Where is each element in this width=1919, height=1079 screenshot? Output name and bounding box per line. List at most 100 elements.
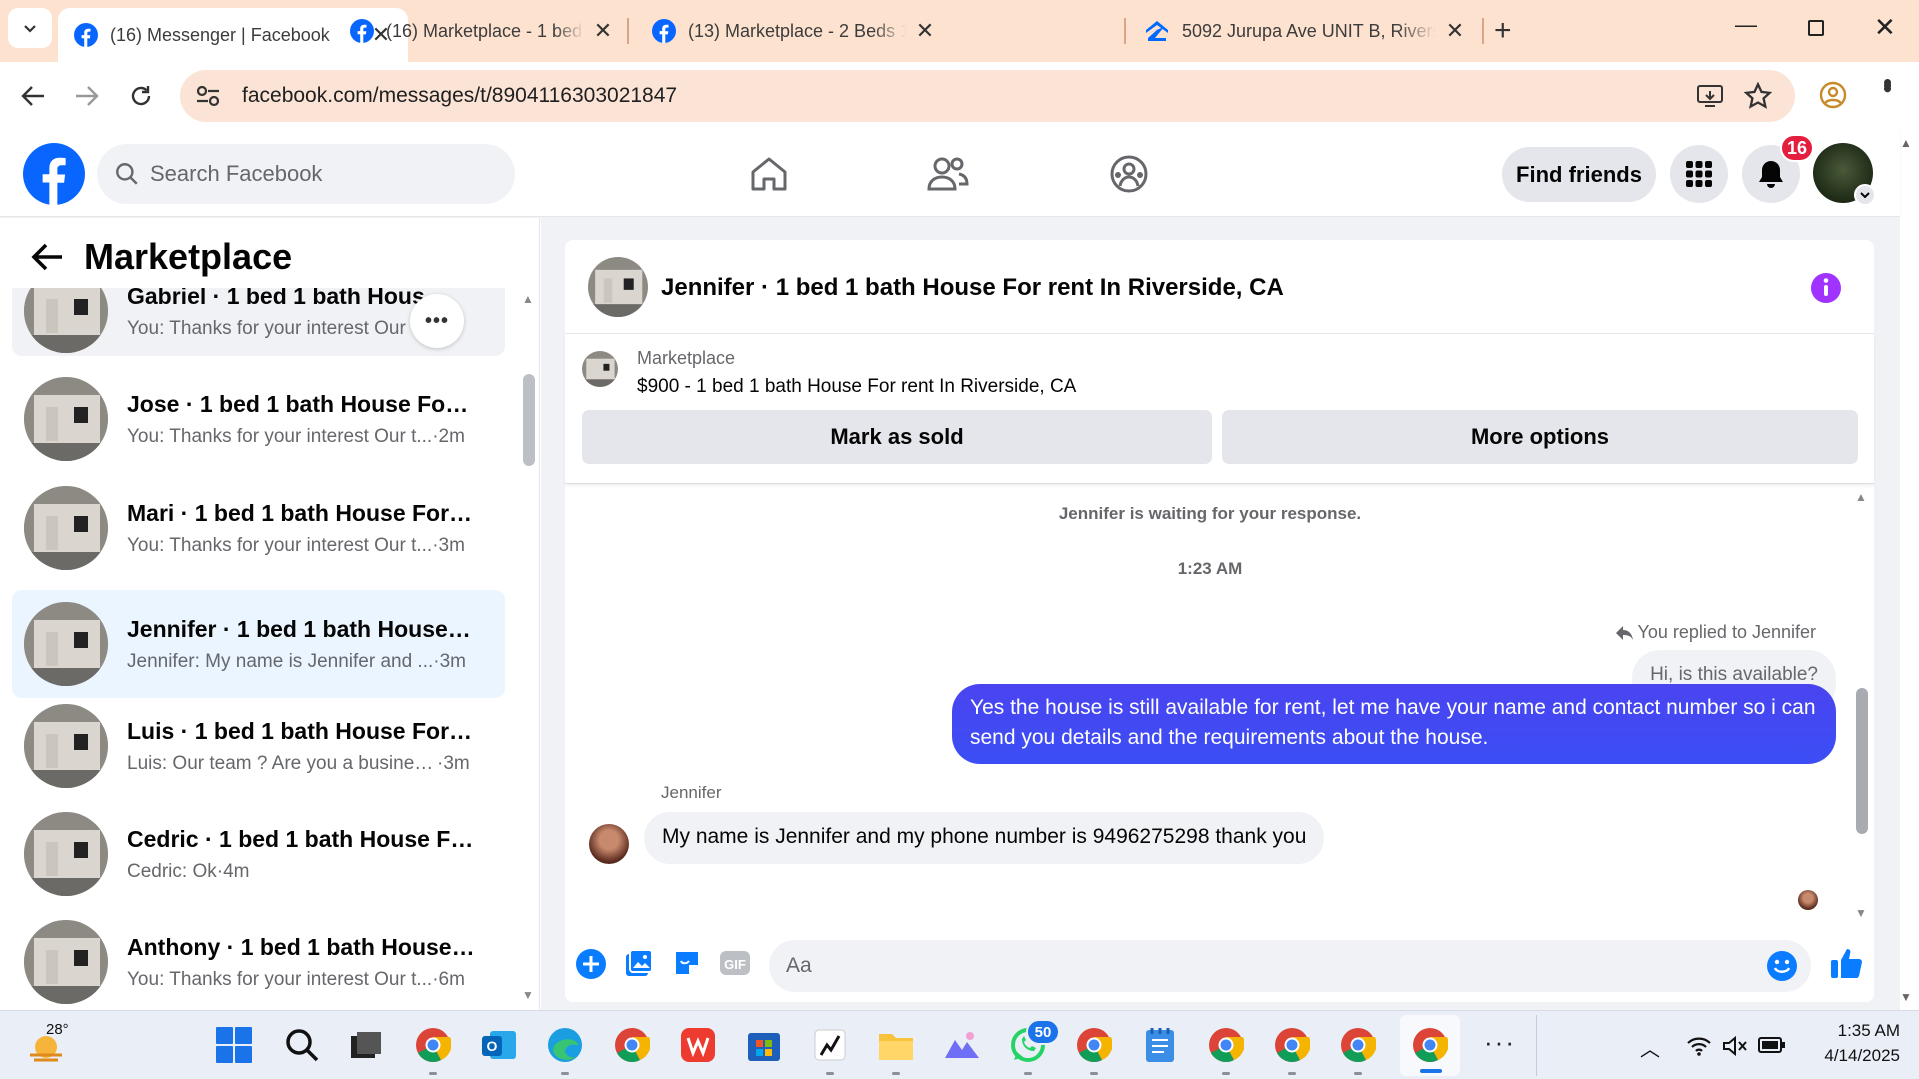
taskbar-search-button[interactable] (280, 1023, 324, 1067)
taskbar-store[interactable] (742, 1023, 786, 1067)
chrome-icon (1209, 1028, 1244, 1062)
search-facebook-input[interactable]: Search Facebook (97, 144, 515, 204)
svg-text:GIF: GIF (724, 957, 746, 972)
taskbar-app-photos[interactable] (940, 1023, 984, 1067)
message-input[interactable]: Aa (769, 940, 1811, 992)
conversation-item[interactable]: Jose · 1 bed 1 bath House For rent In Ri… (12, 374, 505, 464)
conversation-item[interactable]: Cedric · 1 bed 1 bath House For rent In … (12, 809, 505, 899)
tab-search-button[interactable] (8, 8, 52, 48)
listing-title[interactable]: $900 - 1 bed 1 bath House For rent In Ri… (637, 376, 1076, 398)
taskbar-chrome-active[interactable] (1400, 1015, 1460, 1076)
their-message-bubble[interactable]: My name is Jennifer and my phone number … (644, 812, 1325, 864)
listing-avatar[interactable] (588, 257, 648, 317)
facebook-favicon-icon (652, 19, 676, 43)
listing-thumbnail[interactable] (582, 351, 618, 387)
info-icon[interactable] (1810, 272, 1842, 304)
taskbar-chrome-3[interactable] (1072, 1023, 1116, 1075)
scroll-down-arrow-icon[interactable]: ▼ (522, 988, 534, 1002)
find-friends-button[interactable]: Find friends (1502, 147, 1656, 202)
facebook-logo-icon[interactable] (23, 143, 85, 205)
restore-button[interactable] (1808, 20, 1824, 36)
browser-menu-icon[interactable]: ••• (1873, 78, 1903, 87)
sender-avatar[interactable] (589, 824, 629, 864)
facebook-favicon-icon (74, 23, 98, 47)
back-arrow-icon[interactable] (20, 84, 46, 108)
battery-icon[interactable] (1758, 1036, 1786, 1054)
conversation-item[interactable]: Mari · 1 bed 1 bath House For rent In Ri… (12, 483, 505, 573)
conversation-item-selected[interactable]: Jennifer · 1 bed 1 bath House For rent I… (12, 590, 505, 698)
conversation-name: Cedric · 1 bed 1 bath House For rent In … (127, 825, 477, 852)
clock-time[interactable]: 1:35 AM (1800, 1021, 1900, 1041)
chat-title[interactable]: Jennifer · 1 bed 1 bath House For rent I… (661, 274, 1284, 302)
conversation-item[interactable]: Luis · 1 bed 1 bath House For rent In Ri… (12, 701, 505, 791)
taskbar-outlook[interactable]: O (477, 1023, 521, 1067)
scroll-down-arrow-icon[interactable]: ▼ (1855, 906, 1867, 920)
notepad-icon (1146, 1028, 1174, 1062)
task-view-button[interactable] (344, 1023, 388, 1067)
profile-icon[interactable] (1818, 80, 1848, 110)
back-arrow-icon[interactable] (30, 242, 64, 272)
conversation-time: 4m (223, 860, 250, 882)
sidebar-scrollbar-thumb[interactable] (523, 374, 535, 466)
start-button[interactable] (212, 1023, 256, 1067)
more-options-icon[interactable]: ••• (410, 294, 464, 348)
taskbar-chrome-4[interactable] (1204, 1023, 1248, 1075)
sticker-icon[interactable] (672, 948, 702, 978)
taskbar-chrome-2[interactable] (610, 1023, 654, 1067)
taskbar-edge[interactable] (543, 1023, 587, 1075)
bookmark-star-icon[interactable] (1744, 82, 1772, 110)
taskbar-overflow-icon[interactable]: ··· (1484, 1027, 1516, 1058)
taskbar-chrome-5[interactable] (1270, 1023, 1314, 1075)
taskbar-file-explorer[interactable] (874, 1023, 918, 1075)
close-tab-icon[interactable]: ✕ (914, 18, 936, 44)
my-message-bubble[interactable]: Yes the house is still available for ren… (952, 684, 1836, 764)
taskbar-chrome-6[interactable] (1336, 1023, 1380, 1075)
tab-marketplace-2[interactable]: (13) Marketplace - 2 Beds 1 Bat ✕ (636, 8, 1124, 54)
conversation-item[interactable]: Anthony · 1 bed 1 bath House For rent In… (12, 917, 505, 1007)
wifi-icon[interactable] (1686, 1035, 1712, 1057)
windows-taskbar: 28° O 50 ··· ︿ 1:35 AM 4/14/2025 (0, 1010, 1919, 1079)
mark-as-sold-button[interactable]: Mark as sold (582, 410, 1212, 464)
conversation-preview: Jennifer: My name is Jennifer and ... (127, 650, 434, 672)
menu-button[interactable] (1670, 145, 1728, 203)
omnibox[interactable]: facebook.com/messages/t/8904116303021847 (180, 70, 1795, 122)
taskbar-wps[interactable] (676, 1023, 720, 1067)
groups-nav-button[interactable] (1101, 146, 1157, 202)
forward-arrow-icon[interactable] (74, 84, 100, 108)
scroll-up-arrow-icon[interactable]: ▲ (522, 292, 534, 306)
tab-marketplace-1[interactable]: (16) Marketplace - 1 bed 1 bath ✕ (334, 8, 630, 54)
edge-icon (548, 1028, 582, 1062)
account-menu-chevron[interactable] (1854, 184, 1876, 206)
site-settings-icon[interactable] (194, 83, 222, 109)
chrome-icon (1077, 1028, 1112, 1062)
page-scroll-down-arrow-icon[interactable]: ▼ (1900, 990, 1912, 1004)
taskbar-app-stocks[interactable] (808, 1023, 852, 1075)
taskbar-notepad[interactable] (1138, 1023, 1182, 1067)
volume-muted-icon[interactable] (1722, 1035, 1748, 1057)
close-tab-icon[interactable]: ✕ (1444, 18, 1466, 44)
gif-icon[interactable]: GIF (719, 948, 751, 978)
reload-icon[interactable] (128, 83, 154, 109)
page-scroll-up-arrow-icon[interactable]: ▲ (1900, 136, 1912, 150)
show-hidden-icons-chevron-up-icon[interactable]: ︿ (1640, 1033, 1660, 1062)
thumbs-up-icon[interactable] (1830, 946, 1864, 980)
stocks-app-icon (814, 1029, 846, 1061)
close-tab-icon[interactable]: ✕ (592, 18, 614, 44)
new-tab-button[interactable]: + (1494, 14, 1512, 48)
emoji-icon[interactable] (1766, 950, 1798, 982)
clock-date[interactable]: 4/14/2025 (1800, 1046, 1900, 1066)
more-options-button[interactable]: More options (1222, 410, 1858, 464)
friends-nav-button[interactable] (920, 146, 976, 202)
taskbar-chrome-1[interactable] (411, 1023, 455, 1075)
minimize-button[interactable]: — (1735, 12, 1757, 38)
home-nav-button[interactable] (741, 146, 797, 202)
scroll-up-arrow-icon[interactable]: ▲ (1855, 490, 1867, 504)
close-window-button[interactable]: ✕ (1874, 12, 1896, 43)
conversation-name: Gabriel · 1 bed 1 bath House For rent In… (127, 288, 457, 309)
add-plus-icon[interactable] (575, 948, 607, 980)
photo-icon[interactable] (624, 948, 654, 978)
tab-zillow[interactable]: 5092 Jurupa Ave UNIT B, Riversi ✕ (1128, 8, 1482, 54)
conversation-name: Anthony · 1 bed 1 bath House For rent In… (127, 933, 477, 960)
thread-scrollbar-thumb[interactable] (1856, 688, 1868, 834)
install-app-icon[interactable] (1696, 83, 1724, 109)
